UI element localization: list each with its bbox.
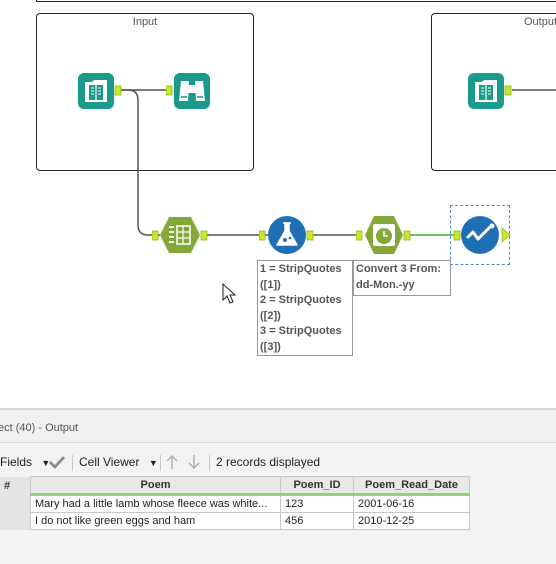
- clock-icon: [355, 216, 411, 254]
- results-toolbar: Fields ▼ Cell Viewer ▼ 2 records display…: [0, 451, 556, 475]
- results-title: ect (40) - Output: [0, 422, 79, 434]
- results-header: ect (40) - Output: [0, 410, 556, 443]
- annotation-line: ([1]): [260, 278, 281, 291]
- toolbar-separator: [160, 455, 161, 471]
- table-cell[interactable]: 2010-12-25: [353, 512, 470, 530]
- table-cell[interactable]: I do not like green eggs and ham: [30, 512, 281, 530]
- workflow-canvas[interactable]: Input Output 1 = StripQuotes ([1]) 2 = S…: [0, 0, 556, 408]
- toolbar-separator: [209, 455, 210, 471]
- fields-label: Fields: [0, 455, 33, 469]
- text-to-columns-icon: [151, 217, 208, 253]
- arrow-down-icon[interactable]: [187, 454, 201, 470]
- book-icon: [78, 73, 122, 109]
- annotation-line: ([3]): [260, 340, 281, 353]
- mouse-cursor-icon: [222, 283, 236, 304]
- row-number: [0, 494, 31, 513]
- checkmark-icon[interactable]: [48, 454, 66, 470]
- arrow-up-icon[interactable]: [165, 454, 179, 470]
- table-row[interactable]: Mary had a little lamb whose fleece was …: [0, 494, 470, 513]
- binoculars-icon: [165, 73, 210, 109]
- column-header-poem-id[interactable]: Poem_ID: [280, 476, 354, 496]
- records-count: 2 records displayed: [216, 455, 321, 469]
- results-table: # Poem Poem_ID Poem_Read_Date Mary had a…: [0, 476, 470, 530]
- results-grid[interactable]: # Poem Poem_ID Poem_Read_Date Mary had a…: [0, 474, 556, 564]
- table-cell[interactable]: 2001-06-16: [353, 494, 470, 513]
- datetime-tool[interactable]: [355, 214, 416, 256]
- results-window: ect (40) - Output Fields ▼ Cell Viewer ▼…: [0, 408, 556, 564]
- row-number: [0, 512, 31, 530]
- select-tool-selected[interactable]: [450, 205, 511, 265]
- table-cell[interactable]: 123: [280, 494, 354, 513]
- fields-dropdown[interactable]: Fields ▼: [0, 455, 50, 469]
- annotation-line: ([2]): [260, 309, 281, 322]
- output-side-tool[interactable]: [468, 72, 512, 110]
- book-icon: [468, 73, 512, 109]
- table-cell[interactable]: 456: [280, 512, 354, 530]
- browse-tool[interactable]: [165, 72, 212, 110]
- column-header-poem-read-date[interactable]: Poem_Read_Date: [353, 476, 470, 496]
- text-to-columns-tool[interactable]: [151, 215, 208, 255]
- chevron-down-icon: ▼: [148, 458, 158, 468]
- check-flow-icon: [453, 216, 511, 254]
- annotation-line: 2 = StripQuotes: [260, 294, 342, 306]
- formula-tool[interactable]: [258, 214, 319, 256]
- annotation-line: Convert 3 From:: [356, 263, 441, 275]
- toolbar-separator: [72, 455, 73, 471]
- annotation-line: 1 = StripQuotes: [260, 263, 342, 275]
- table-cell[interactable]: Mary had a little lamb whose fleece was …: [30, 494, 281, 513]
- input-data-tool[interactable]: [78, 72, 122, 110]
- annotation-line: dd-Mon.-yy: [356, 278, 415, 291]
- table-row[interactable]: I do not like green eggs and ham 456 201…: [0, 512, 470, 530]
- flask-icon: [258, 216, 314, 254]
- datetime-annotation: Convert 3 From: dd-Mon.-yy: [353, 260, 451, 296]
- rownum-header: #: [0, 476, 31, 495]
- cell-viewer-dropdown[interactable]: Cell Viewer ▼: [79, 455, 158, 469]
- cell-viewer-label: Cell Viewer: [79, 455, 140, 469]
- column-header-poem[interactable]: Poem: [30, 476, 281, 496]
- formula-annotation: 1 = StripQuotes ([1]) 2 = StripQuotes ([…: [257, 260, 353, 356]
- annotation-line: 3 = StripQuotes: [260, 325, 342, 337]
